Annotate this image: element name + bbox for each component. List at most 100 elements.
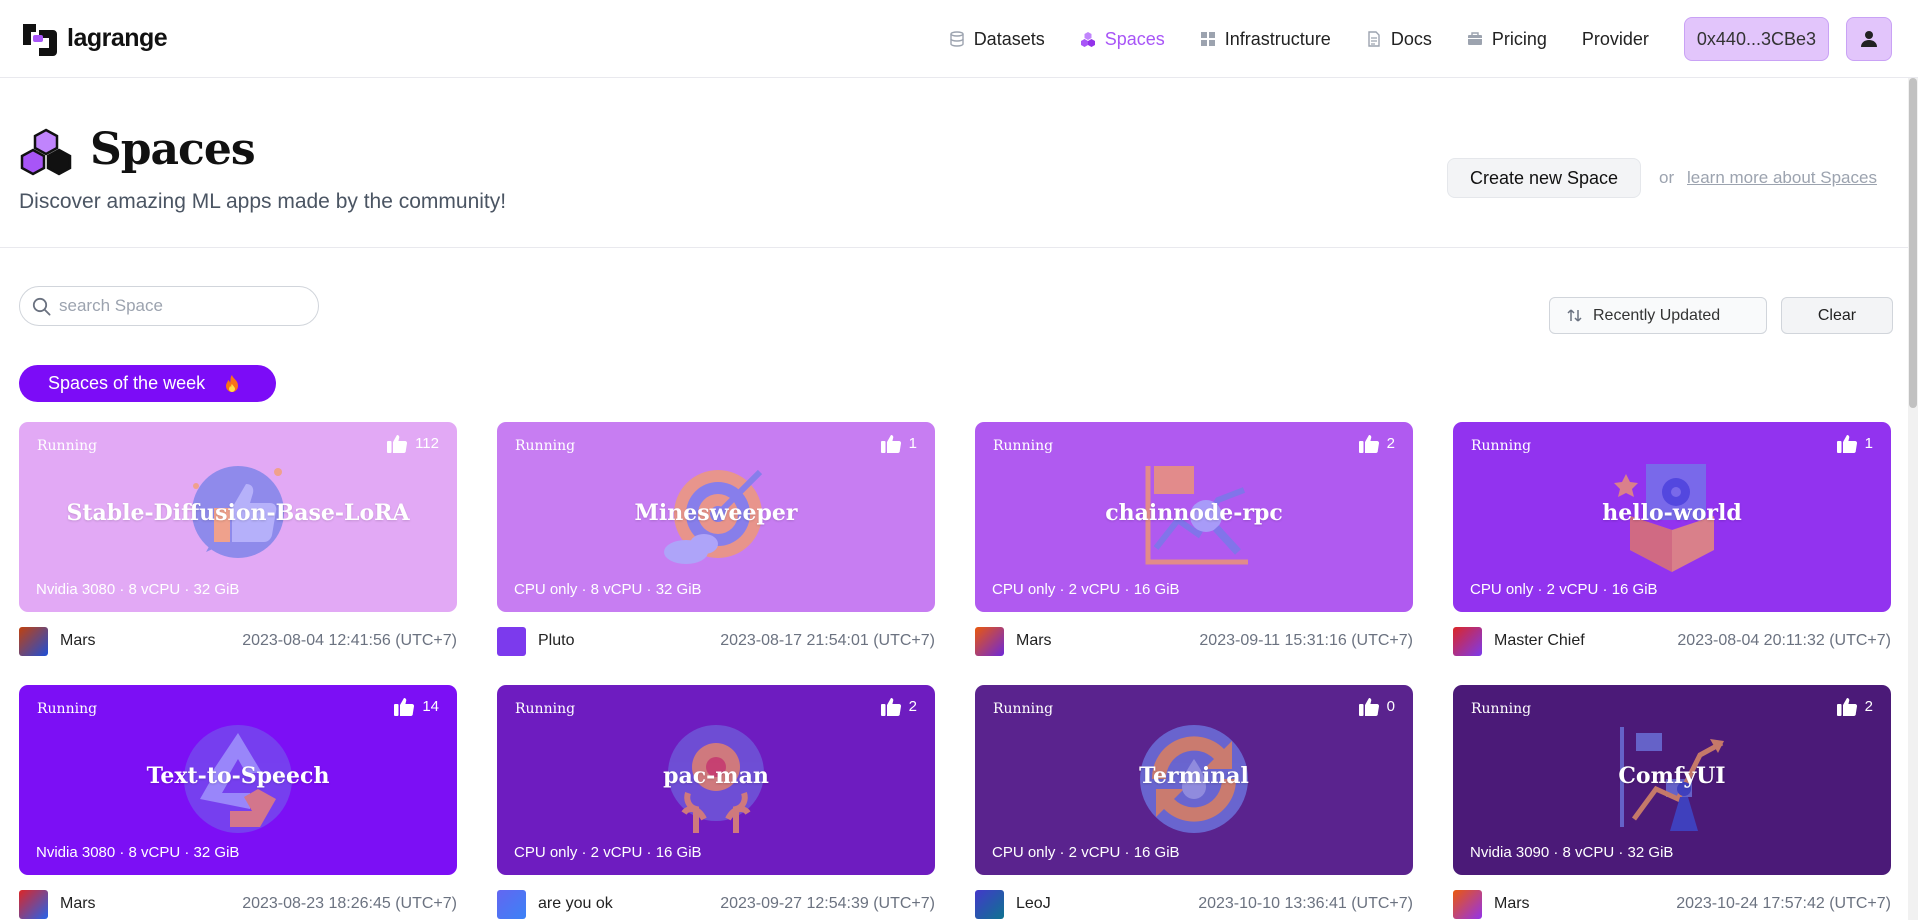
space-card-tile[interactable]: Running 2 pac-man CPU only · 2 vCPU · 16…: [497, 685, 935, 875]
owner-avatar[interactable]: [1453, 626, 1482, 656]
owner-avatar[interactable]: [497, 889, 526, 919]
space-card-2: Running 2 chainnode-rpc CPU only · 2 vCP…: [975, 422, 1413, 685]
owner-name[interactable]: Mars: [60, 632, 96, 650]
space-card-tile[interactable]: Running 112 Stable-Diffusion-Base-LoRA N…: [19, 422, 457, 612]
space-card-tile[interactable]: Running 1 Minesweeper CPU only · 8 vCPU …: [497, 422, 935, 612]
page-title: Spaces: [90, 124, 256, 175]
likes-counter[interactable]: 1: [880, 434, 917, 453]
space-card-4: Running 14 Text-to-Speech Nvidia 3080 · …: [19, 685, 457, 920]
status-badge: Running: [515, 438, 576, 454]
space-meta: Mars 2023-09-11 15:31:16 (UTC+7): [975, 626, 1413, 656]
sort-dropdown[interactable]: Recently Updated: [1549, 297, 1767, 334]
cubes-icon: [1080, 32, 1095, 47]
space-card-tile[interactable]: Running 2 ComfyUI Nvidia 3090 · 8 vCPU ·…: [1453, 685, 1891, 875]
thumbs-up-icon: [1836, 435, 1857, 453]
likes-count: 1: [1864, 435, 1873, 452]
hardware-spec: Nvidia 3080 · 8 vCPU · 32 GiB: [36, 844, 240, 861]
page-subtitle: Discover amazing ML apps made by the com…: [19, 190, 507, 213]
updated-timestamp: 2023-10-24 17:57:42 (UTC+7): [1676, 895, 1891, 912]
likes-counter[interactable]: 2: [1836, 697, 1873, 716]
document-icon: [1368, 31, 1380, 47]
hardware-spec: CPU only · 8 vCPU · 32 GiB: [514, 581, 702, 598]
thumbs-up-icon: [1358, 435, 1379, 453]
or-text: or: [1659, 168, 1675, 187]
likes-counter[interactable]: 112: [387, 434, 439, 453]
space-card-tile[interactable]: Running 2 chainnode-rpc CPU only · 2 vCP…: [975, 422, 1413, 612]
fire-icon: [226, 374, 239, 392]
owner-avatar[interactable]: [975, 626, 1004, 656]
wallet-address-button[interactable]: 0x440...3CBe3: [1683, 17, 1829, 61]
search-input[interactable]: [59, 296, 299, 316]
space-card-6: Running 0 Terminal CPU only · 2 vCPU · 1…: [975, 685, 1413, 920]
space-meta: Mars 2023-10-24 17:57:42 (UTC+7): [1453, 889, 1891, 919]
grid-icon: [1200, 32, 1215, 46]
hardware-spec: CPU only · 2 vCPU · 16 GiB: [992, 844, 1180, 861]
user-avatar-button[interactable]: [1846, 17, 1892, 61]
user-icon: [1861, 31, 1877, 47]
nav-spaces-label: Spaces: [1104, 28, 1165, 49]
thumbs-up-icon: [1358, 698, 1379, 716]
likes-count: 2: [908, 698, 917, 715]
likes-counter[interactable]: 1: [1836, 434, 1873, 453]
nav-pricing[interactable]: Pricing: [1467, 29, 1547, 50]
owner-avatar[interactable]: [497, 626, 526, 656]
nav-spaces[interactable]: Spaces: [1080, 29, 1165, 50]
owner-avatar[interactable]: [975, 889, 1004, 919]
nav-datasets[interactable]: Datasets: [949, 29, 1045, 50]
likes-counter[interactable]: 2: [880, 697, 917, 716]
status-badge: Running: [1471, 438, 1532, 454]
space-card-tile[interactable]: Running 0 Terminal CPU only · 2 vCPU · 1…: [975, 685, 1413, 875]
hardware-spec: CPU only · 2 vCPU · 16 GiB: [1470, 581, 1658, 598]
updated-timestamp: 2023-09-11 15:31:16 (UTC+7): [1199, 632, 1413, 649]
owner-name[interactable]: LeoJ: [1016, 895, 1051, 913]
owner-name[interactable]: Mars: [60, 895, 96, 913]
space-card-tile[interactable]: Running 1 hello-world CPU only · 2 vCPU …: [1453, 422, 1891, 612]
space-meta: are you ok 2023-09-27 12:54:39 (UTC+7): [497, 889, 935, 919]
spaces-of-the-week-button[interactable]: Spaces of the week: [19, 365, 276, 402]
database-icon: [949, 31, 964, 47]
nav-docs[interactable]: Docs: [1366, 29, 1432, 50]
clear-button[interactable]: Clear: [1781, 297, 1893, 334]
space-title: Minesweeper: [634, 500, 798, 526]
owner-name[interactable]: Pluto: [538, 632, 574, 650]
owner-avatar[interactable]: [19, 889, 48, 919]
logo[interactable]: lagrange: [19, 20, 168, 57]
likes-count: 112: [415, 435, 439, 452]
owner-name[interactable]: are you ok: [538, 895, 613, 913]
page-header: Spaces Discover amazing ML apps made by …: [0, 78, 1918, 248]
space-card-7: Running 2 ComfyUI Nvidia 3090 · 8 vCPU ·…: [1453, 685, 1891, 920]
spaces-cubes-icon: [20, 128, 72, 176]
owner-name[interactable]: Master Chief: [1494, 632, 1585, 650]
likes-counter[interactable]: 2: [1358, 434, 1395, 453]
learn-more-link[interactable]: learn more about Spaces: [1687, 168, 1877, 188]
nav-pricing-label: Pricing: [1491, 28, 1547, 49]
space-card-5: Running 2 pac-man CPU only · 2 vCPU · 16…: [497, 685, 935, 920]
owner-name[interactable]: Mars: [1494, 895, 1530, 913]
page-scrollbar[interactable]: [1908, 78, 1918, 920]
create-space-button[interactable]: Create new Space: [1447, 158, 1641, 198]
nav-docs-label: Docs: [1390, 28, 1432, 49]
main-nav: Datasets Spaces Infrastructure Docs Pric…: [949, 0, 1918, 78]
search-box[interactable]: [19, 286, 319, 326]
space-card-tile[interactable]: Running 14 Text-to-Speech Nvidia 3080 · …: [19, 685, 457, 875]
likes-counter[interactable]: 0: [1358, 697, 1395, 716]
scrollbar-thumb[interactable]: [1909, 78, 1917, 408]
nav-infrastructure[interactable]: Infrastructure: [1200, 29, 1331, 50]
nav-provider[interactable]: Provider: [1582, 29, 1649, 50]
owner-name[interactable]: Mars: [1016, 632, 1052, 650]
space-title: chainnode-rpc: [1105, 500, 1283, 526]
sort-icon: [1567, 309, 1582, 322]
hardware-spec: Nvidia 3080 · 8 vCPU · 32 GiB: [36, 581, 240, 598]
briefcase-icon: [1467, 32, 1482, 45]
likes-counter[interactable]: 14: [394, 697, 439, 716]
space-title: Stable-Diffusion-Base-LoRA: [66, 500, 410, 526]
updated-timestamp: 2023-08-23 18:26:45 (UTC+7): [242, 895, 457, 912]
nav-infrastructure-label: Infrastructure: [1224, 28, 1331, 49]
thumbs-up-icon: [387, 435, 408, 453]
likes-count: 1: [908, 435, 917, 452]
space-card-3: Running 1 hello-world CPU only · 2 vCPU …: [1453, 422, 1891, 685]
updated-timestamp: 2023-08-17 21:54:01 (UTC+7): [720, 632, 935, 649]
owner-avatar[interactable]: [19, 626, 48, 656]
owner-avatar[interactable]: [1453, 889, 1482, 919]
status-badge: Running: [993, 701, 1054, 717]
